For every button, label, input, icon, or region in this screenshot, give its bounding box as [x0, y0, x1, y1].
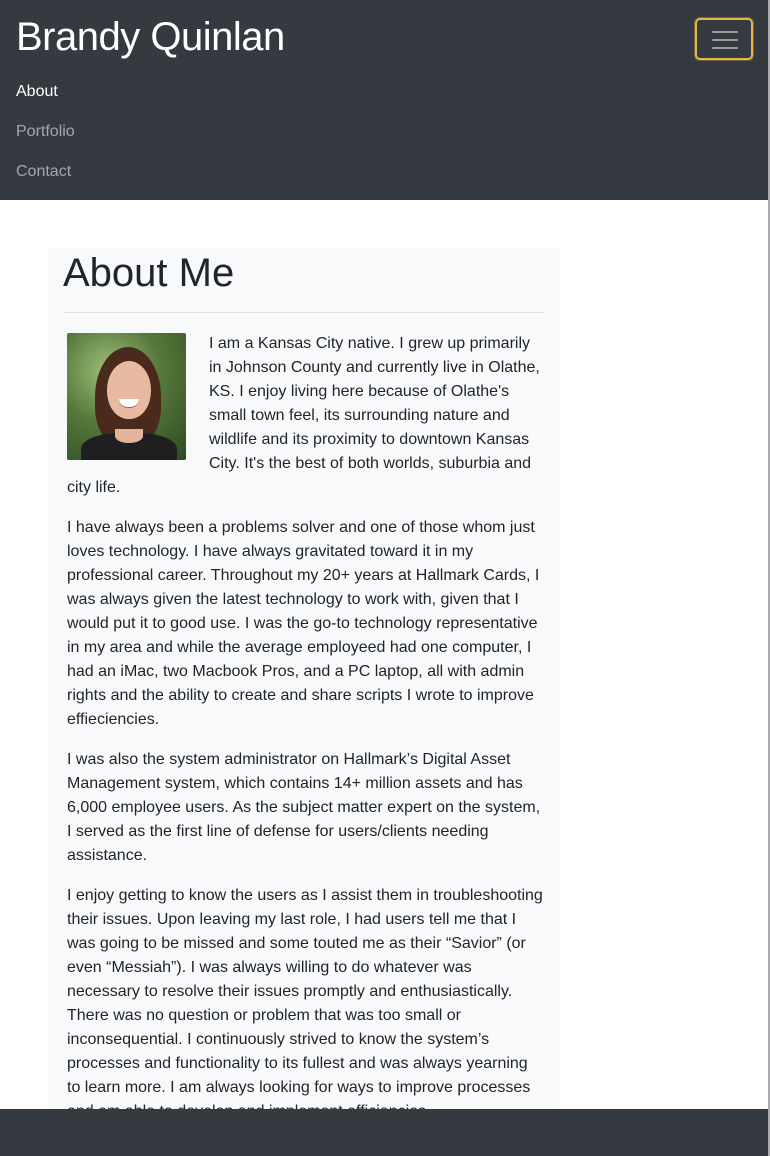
page-title: About Me	[63, 251, 235, 295]
title-divider	[63, 312, 545, 313]
nav-link-contact[interactable]: Contact	[16, 163, 71, 180]
nav-link-about[interactable]: About	[16, 83, 58, 100]
site-brand[interactable]: Brandy Quinlan	[16, 12, 285, 62]
page: Brandy Quinlan About Portfolio Contact A…	[0, 0, 770, 1156]
nav-item-about: About	[16, 72, 75, 112]
nav-link-portfolio[interactable]: Portfolio	[16, 123, 75, 140]
navbar-toggle-button[interactable]	[695, 18, 753, 60]
about-content: I am a Kansas City native. I grew up pri…	[67, 332, 543, 1140]
navbar: Brandy Quinlan About Portfolio Contact	[0, 0, 768, 200]
nav-menu: About Portfolio Contact	[16, 72, 75, 192]
about-paragraph-2: I have always been a problems solver and…	[67, 519, 540, 728]
about-paragraph-4: I enjoy getting to know the users as I a…	[67, 887, 543, 1120]
about-paragraph-3: I was also the system administrator on H…	[67, 751, 541, 864]
nav-item-portfolio: Portfolio	[16, 112, 75, 152]
footer-bar	[0, 1109, 768, 1156]
profile-photo	[67, 333, 186, 460]
nav-item-contact: Contact	[16, 152, 75, 192]
about-card: About Me I am a Kansas City native. I gr…	[48, 248, 560, 1120]
